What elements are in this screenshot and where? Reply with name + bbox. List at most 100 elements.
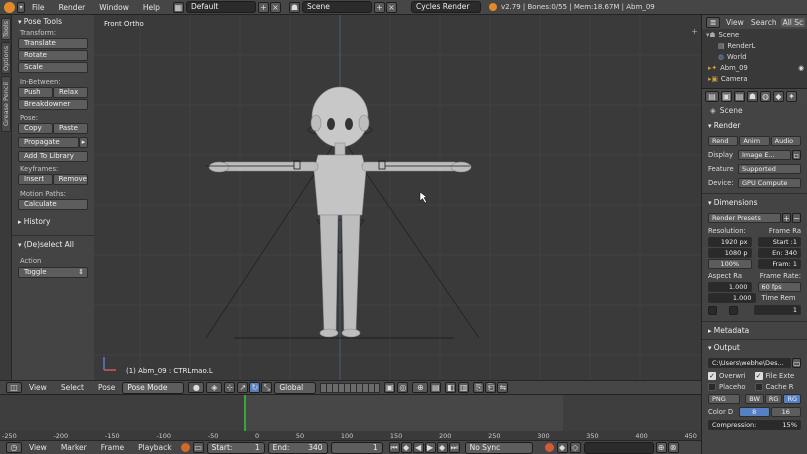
start-frame-field[interactable]: Start: 1 <box>206 441 265 454</box>
play-reverse-icon[interactable]: ◀ <box>412 442 424 453</box>
layout-add-button[interactable]: + <box>257 1 269 13</box>
rotate-manip-icon[interactable]: ↻ <box>249 382 261 393</box>
resolution-x-field[interactable]: 1920 px <box>708 237 752 247</box>
render-engine-dropdown[interactable]: Cycles Render <box>410 1 481 13</box>
next-keyframe-icon[interactable]: ◆ <box>436 442 448 453</box>
copy-pose-button[interactable]: Copy <box>18 123 53 134</box>
3d-viewport[interactable]: Front Ortho (1) Abm_09 : CTRLmao.L + <box>94 15 701 380</box>
menu-render[interactable]: Render <box>52 0 93 15</box>
file-ext-checkbox[interactable]: ✓ <box>754 372 763 380</box>
tab-tools[interactable]: Tools <box>1 18 11 40</box>
lock-layers-icon[interactable]: ▣ <box>384 382 396 393</box>
current-frame-field[interactable]: 1 <box>330 441 383 454</box>
layer-buttons[interactable] <box>320 382 381 393</box>
menu-timeline-view[interactable]: View <box>22 441 54 454</box>
outliner-display-mode[interactable]: All Sc <box>780 17 806 27</box>
border-checkbox[interactable] <box>708 305 717 315</box>
shading-icon[interactable]: ● <box>188 382 205 393</box>
audio-button[interactable]: Audio <box>770 136 801 146</box>
remove-preset-icon[interactable]: − <box>792 213 801 223</box>
paste-flipped-icon[interactable]: ⇋ <box>497 382 509 393</box>
panel-operator[interactable]: (De)select All <box>12 239 94 251</box>
frame-start-field[interactable]: Start :1 <box>757 237 801 247</box>
scale-button[interactable]: Scale <box>18 62 88 73</box>
rgba-button[interactable]: RG <box>783 394 801 404</box>
jump-end-icon[interactable]: ⏭ <box>448 442 460 453</box>
rgb-button[interactable]: RG <box>764 394 783 404</box>
layout-selector[interactable]: Default <box>185 1 256 13</box>
editor-type-dropdown[interactable]: ▾ <box>17 1 25 13</box>
fps-dropdown[interactable]: 60 fps <box>757 282 801 292</box>
overwrite-checkbox[interactable]: ✓ <box>708 372 716 380</box>
snap-target-icon[interactable]: ▤ <box>430 382 442 393</box>
breakdowner-button[interactable]: Breakdowner <box>18 99 88 110</box>
insert-keyframe-button[interactable]: Insert <box>18 174 53 185</box>
timeline-editor[interactable]: -250 -200 -150 -100 -50 0 50 100 150 200… <box>0 394 701 441</box>
compression-slider[interactable]: Compression: 15% <box>708 420 801 430</box>
menu-window[interactable]: Window <box>92 0 136 15</box>
blender-logo-icon[interactable] <box>4 1 15 13</box>
menu-file[interactable]: File <box>25 0 52 15</box>
resolution-percent-field[interactable]: 100% <box>708 259 752 269</box>
placeholder-checkbox[interactable] <box>708 383 716 391</box>
paste-pose-icon[interactable]: ⎗ <box>485 382 497 393</box>
folder-icon[interactable]: ▭ <box>792 358 801 368</box>
tree-item-scene[interactable]: ▾☗ Scene <box>702 29 807 40</box>
scene-tab-icon[interactable]: ☗ <box>747 90 758 102</box>
layers-tab-icon[interactable]: ▤ <box>734 90 745 102</box>
scale-manip-icon[interactable]: ⤡ <box>261 382 273 393</box>
insert-key-icon[interactable]: ⊕ <box>655 442 667 453</box>
opengl-render-icon[interactable]: ▥ <box>458 382 470 393</box>
pivot-icon[interactable]: ◈ <box>206 382 223 393</box>
panel-history[interactable]: History <box>12 216 94 228</box>
menu-playback[interactable]: Playback <box>131 441 178 454</box>
proportional-edit-icon[interactable]: ◎ <box>397 382 409 393</box>
tab-grease-pencil[interactable]: Grease Pencil <box>1 76 11 132</box>
relax-button[interactable]: Relax <box>53 87 88 98</box>
file-format-dropdown[interactable]: PNG <box>708 394 741 404</box>
remove-keyframe-button[interactable]: Remove <box>52 174 88 185</box>
object-tab-icon[interactable]: ◆ <box>773 90 784 102</box>
menu-pose[interactable]: Pose <box>91 381 122 395</box>
output-path-field[interactable]: C:\Users\webhe\Des... <box>708 358 791 368</box>
panel-metadata[interactable]: Metadata <box>702 325 807 337</box>
tree-item-abm09[interactable]: ▸✦ Abm_09 ◉ <box>702 62 807 73</box>
crop-checkbox[interactable] <box>729 305 738 315</box>
delete-key-icon[interactable]: ⊗ <box>667 442 679 453</box>
scene-remove-button[interactable]: × <box>385 1 397 13</box>
timeline-editor-type-icon[interactable]: ◷ <box>6 442 22 453</box>
bone-tab-icon[interactable]: ✦ <box>786 90 797 102</box>
animation-button[interactable]: Anim <box>739 136 770 146</box>
translate-manip-icon[interactable]: ↗ <box>237 382 249 393</box>
orientation-dropdown[interactable]: Global <box>274 381 317 394</box>
panel-dimensions[interactable]: Dimensions <box>702 197 807 209</box>
bw-button[interactable]: BW <box>745 394 764 404</box>
menu-view[interactable]: View <box>22 381 54 395</box>
prev-keyframe-icon[interactable]: ◆ <box>400 442 412 453</box>
outliner-view-menu[interactable]: View <box>726 18 744 27</box>
jump-start-icon[interactable]: ⏮ <box>388 442 400 453</box>
resolution-y-field[interactable]: 1080 p <box>708 248 752 258</box>
add-to-library-button[interactable]: Add To Library <box>18 151 88 162</box>
display-dropdown[interactable]: Image E... <box>738 150 791 160</box>
scene-selector[interactable]: Scene <box>301 1 372 13</box>
frame-step-field[interactable]: Fram: 1 <box>757 259 801 269</box>
sync-dropdown[interactable]: No Sync <box>464 441 533 454</box>
depth-8-button[interactable]: 8 <box>739 407 770 417</box>
world-tab-icon[interactable]: ◍ <box>760 90 771 102</box>
end-frame-field[interactable]: End: 340 <box>267 441 328 454</box>
manipulator-toggle-icon[interactable]: ⊹ <box>224 382 236 393</box>
render-presets-dropdown[interactable]: Render Presets <box>708 213 781 223</box>
tree-item-world[interactable]: ◍ World <box>702 51 807 62</box>
panel-pose-tools[interactable]: Pose Tools <box>12 16 94 28</box>
paste-pose-button[interactable]: Paste <box>53 123 88 134</box>
depth-16-button[interactable]: 16 <box>770 407 801 417</box>
play-icon[interactable]: ▶ <box>424 442 436 453</box>
keyframe-type-icon[interactable]: ◇ <box>569 442 581 453</box>
timeline-playhead[interactable] <box>244 395 246 431</box>
outliner-editor-icon[interactable]: ≣ <box>706 16 720 28</box>
rotate-button[interactable]: Rotate <box>18 50 88 61</box>
add-preset-icon[interactable]: + <box>782 213 791 223</box>
menu-frame[interactable]: Frame <box>94 441 131 454</box>
editor-type-icon[interactable]: ◫ <box>6 382 22 393</box>
